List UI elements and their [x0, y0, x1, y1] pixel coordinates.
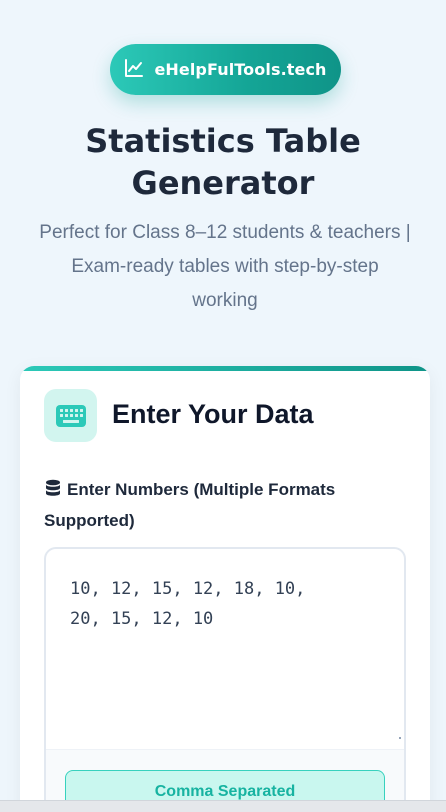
card-accent-bar	[20, 366, 430, 371]
page-title-line-1: Statistics Table	[85, 122, 361, 160]
database-icon	[44, 476, 62, 496]
page-title-line-2: Generator	[131, 164, 315, 202]
brand-name: eHelpFulTools.tech	[154, 60, 327, 79]
field-label-line-1: Enter Numbers (Multiple Formats	[67, 480, 336, 499]
page-subtitle: Perfect for Class 8–12 students & teache…	[18, 216, 432, 318]
brand-badge[interactable]: eHelpFulTools.tech	[110, 44, 341, 95]
resize-handle[interactable]	[399, 737, 401, 739]
chart-line-icon	[124, 58, 144, 82]
subtitle-line-2: Exam-ready tables with step-by-step	[71, 256, 379, 277]
bottom-bar	[0, 800, 446, 812]
numbers-input[interactable]: 10, 12, 15, 12, 18, 10, 20, 15, 12, 10	[46, 549, 404, 749]
subtitle-line-1: Perfect for Class 8–12 students & teache…	[39, 222, 411, 243]
numbers-input-wrapper: 10, 12, 15, 12, 18, 10, 20, 15, 12, 10 C…	[44, 547, 406, 812]
field-label-line-2: Supported)	[44, 511, 135, 530]
page-title: Statistics Table Generator	[0, 120, 446, 204]
subtitle-line-3: working	[192, 290, 258, 311]
data-entry-card: Enter Your Data Enter Numbers (Multiple …	[20, 366, 430, 812]
card-title: Enter Your Data	[112, 399, 314, 429]
numbers-field-label: Enter Numbers (Multiple Formats Supporte…	[44, 474, 404, 536]
keyboard-icon	[44, 389, 97, 442]
